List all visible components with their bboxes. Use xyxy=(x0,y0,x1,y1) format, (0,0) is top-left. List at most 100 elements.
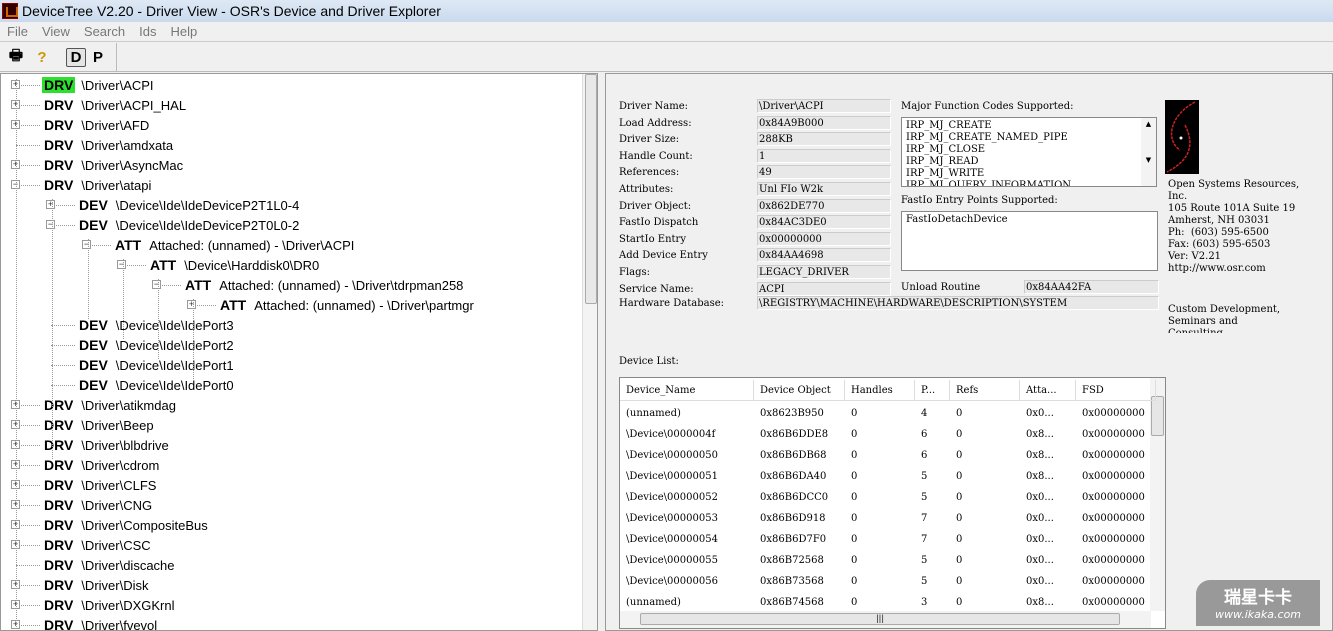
tree-item[interactable]: DEV \Device\Ide\IdeDeviceP2T0L0-2 xyxy=(77,215,299,235)
column-header[interactable]: Device_Name xyxy=(620,379,754,401)
table-cell: 0x00000000 xyxy=(1082,597,1145,608)
node-label: \Driver\cdrom xyxy=(81,457,160,473)
fastio-list[interactable]: FastIoDetachDevice xyxy=(901,211,1158,271)
table-cell: \Device\00000051 xyxy=(626,471,718,482)
tree-item[interactable]: DRV \Driver\CLFS xyxy=(42,475,156,495)
field-label: Driver Object: xyxy=(619,200,692,212)
table-row[interactable]: \Device\00000053 0x86B6D918 0 7 0 0x0... 0x000… xyxy=(620,508,1156,529)
tree-item[interactable]: DEV \Device\Ide\IdePort0 xyxy=(77,375,234,395)
tree-item[interactable]: DRV \Driver\CompositeBus xyxy=(42,515,208,535)
major-code-item[interactable]: IRP_MJ_READ xyxy=(902,156,1156,168)
tree-item[interactable]: DRV \Driver\AsyncMac xyxy=(42,155,183,175)
column-header[interactable]: Atta... xyxy=(1020,379,1076,401)
expand-icon[interactable]: + xyxy=(46,200,55,209)
tree-item[interactable]: DRV \Driver\atikmdag xyxy=(42,395,176,415)
driver-tree[interactable]: + DRV \Driver\ACPI + DRV \Driver\ACPI_HAL + DRV… xyxy=(0,73,598,631)
table-cell: 0 xyxy=(956,555,963,566)
table-cell: 0x00000000 xyxy=(1082,492,1145,503)
menu-search[interactable]: Search xyxy=(77,24,132,39)
column-header[interactable]: FSD xyxy=(1076,379,1156,401)
tree-scrollbar[interactable] xyxy=(582,74,597,630)
node-label: \Driver\CLFS xyxy=(81,477,157,493)
window-title: DeviceTree V2.20 - Driver View - OSR's D… xyxy=(22,3,441,19)
menu-file[interactable]: File xyxy=(0,24,35,39)
scrollbar-thumb[interactable] xyxy=(585,74,597,304)
node-label: \Driver\atapi xyxy=(81,177,152,193)
toolbar-separator xyxy=(116,43,117,71)
tree-item[interactable]: DRV \Driver\DXGKrnl xyxy=(42,595,175,615)
table-hscroll[interactable]: ||| xyxy=(620,611,1151,628)
table-cell: 0x86B6DCC0 xyxy=(760,492,829,503)
menu-help[interactable]: Help xyxy=(163,24,204,39)
osr-logo xyxy=(1165,100,1199,174)
collapse-icon[interactable]: − xyxy=(82,240,91,249)
major-code-item[interactable]: IRP_MJ_CREATE xyxy=(902,118,1156,132)
table-row[interactable]: \Device\00000050 0x86B6DB68 0 6 0 0x8... 0x000… xyxy=(620,445,1156,466)
toolbar: 🖶 ? D P xyxy=(0,43,1333,72)
tree-item[interactable]: DRV \Driver\cdrom xyxy=(42,455,159,475)
tree-item[interactable]: DEV \Device\Ide\IdeDeviceP2T1L0-4 xyxy=(77,195,299,215)
major-code-item[interactable]: IRP_MJ_WRITE xyxy=(902,168,1156,180)
node-type-badge: DEV xyxy=(79,317,108,333)
table-row[interactable]: \Device\00000052 0x86B6DCC0 0 5 0 0x0... 0x000… xyxy=(620,487,1156,508)
table-cell: 0x00000000 xyxy=(1082,471,1145,482)
tree-item[interactable]: DRV \Driver\fvevol xyxy=(42,615,157,631)
print-icon[interactable]: 🖶 xyxy=(6,45,26,70)
table-row[interactable]: \Device\0000004f 0x86B6DDE8 0 6 0 0x8... 0x000… xyxy=(620,424,1156,445)
tree-item[interactable]: DRV \Driver\discache xyxy=(42,555,175,575)
tree-item[interactable]: DRV \Driver\amdxata xyxy=(42,135,173,155)
column-header[interactable]: Handles xyxy=(845,379,915,401)
collapse-icon[interactable]: − xyxy=(46,220,55,229)
tree-item[interactable]: DEV \Device\Ide\IdePort3 xyxy=(77,315,234,335)
tree-item[interactable]: ATT Attached: (unnamed) - \Driver\tdrpman… xyxy=(183,275,463,295)
driver-view-button[interactable]: D xyxy=(66,47,86,67)
tree-item[interactable]: ATT Attached: (unnamed) - \Driver\ACPI xyxy=(113,235,354,255)
major-code-item[interactable]: IRP_MJ_QUERY_INFORMATION xyxy=(902,180,1156,186)
table-row[interactable]: (unnamed) 0x8623B950 0 4 0 0x0... 0x00000000 xyxy=(620,403,1156,424)
table-row[interactable]: \Device\00000055 0x86B72568 0 5 0 0x0... 0x000… xyxy=(620,550,1156,571)
table-cell: 0 xyxy=(956,408,963,419)
major-codes-list[interactable]: ▲ ▼ IRP_MJ_CREATE IRP_MJ_CREATE_NAMED_PIPE… xyxy=(901,117,1157,187)
node-type-badge: DEV xyxy=(79,217,108,233)
column-header[interactable]: Device Object xyxy=(754,379,845,401)
tree-item[interactable]: DRV \Driver\Beep xyxy=(42,415,154,435)
tree-item[interactable]: DRV \Driver\AFD xyxy=(42,115,149,135)
tree-item[interactable]: DRV \Driver\ACPI_HAL xyxy=(42,95,186,115)
tree-item[interactable]: DEV \Device\Ide\IdePort1 xyxy=(77,355,234,375)
column-header[interactable]: P... xyxy=(915,379,950,401)
field-label: Driver Name: xyxy=(619,101,689,112)
tree-item[interactable]: DRV \Driver\blbdrive xyxy=(42,435,169,455)
table-cell: 0x00000000 xyxy=(1082,450,1145,461)
collapse-icon[interactable]: − xyxy=(117,260,126,269)
table-row[interactable]: \Device\00000051 0x86B6DA40 0 5 0 0x8... 0x000… xyxy=(620,466,1156,487)
field-value: 0x862DE770 xyxy=(757,198,891,213)
tree-item[interactable]: DEV \Device\Ide\IdePort2 xyxy=(77,335,234,355)
table-cell: 0x00000000 xyxy=(1082,513,1145,524)
menu-view[interactable]: View xyxy=(35,24,77,39)
major-scrollbar[interactable]: ▲ ▼ xyxy=(1141,118,1156,186)
fastio-item: FastIoDetachDevice xyxy=(906,214,1008,225)
tree-item[interactable]: DRV \Driver\CSC xyxy=(42,535,151,555)
column-header[interactable]: Refs xyxy=(950,379,1020,401)
table-row[interactable]: \Device\00000054 0x86B6D7F0 0 7 0 0x0... 0x000… xyxy=(620,529,1156,550)
tree-item[interactable]: DRV \Driver\Disk xyxy=(42,575,148,595)
help-icon[interactable]: ? xyxy=(32,49,52,66)
major-code-item[interactable]: IRP_MJ_CREATE_NAMED_PIPE xyxy=(902,132,1156,144)
device-view-button[interactable]: P xyxy=(88,49,108,66)
major-code-item[interactable]: IRP_MJ_CLOSE xyxy=(902,144,1156,156)
tree-item[interactable]: DRV \Driver\ACPI xyxy=(42,75,154,95)
node-type-badge: DRV xyxy=(44,617,74,631)
node-type-badge: DRV xyxy=(44,597,74,613)
tree-item[interactable]: DRV \Driver\CNG xyxy=(42,495,152,515)
field-value: 0x84A9B000 xyxy=(757,115,891,130)
device-list-table[interactable]: ||| Device_Name Device Object Handles P... R… xyxy=(619,377,1166,629)
tree-item[interactable]: ATT \Device\Harddisk0\DR0 xyxy=(148,255,319,275)
tree-item[interactable]: DRV \Driver\atapi xyxy=(42,175,151,195)
menu-ids[interactable]: Ids xyxy=(132,24,163,39)
tree-item[interactable]: ATT Attached: (unnamed) - \Driver\partmgr xyxy=(218,295,474,315)
collapse-icon[interactable]: − xyxy=(152,280,161,289)
table-row[interactable]: (unnamed) 0x86B74568 0 3 0 0x8... 0x00000000 xyxy=(620,592,1156,613)
table-row[interactable]: \Device\00000056 0x86B73568 0 5 0 0x0... 0x000… xyxy=(620,571,1156,592)
expand-icon[interactable]: + xyxy=(187,300,196,309)
node-type-badge: DRV xyxy=(44,497,74,513)
